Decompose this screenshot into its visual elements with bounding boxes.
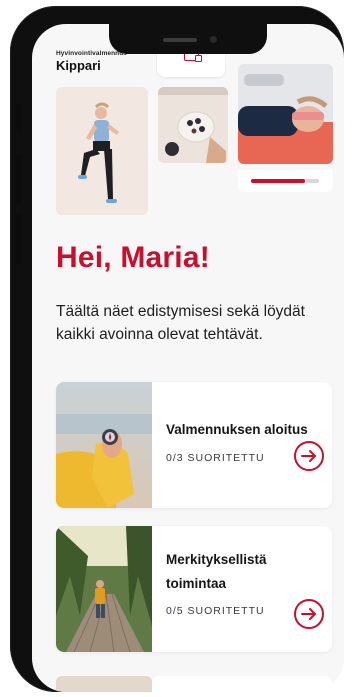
- card-title: Merkityksellistä toimintaa: [166, 552, 267, 591]
- food-photo: [158, 87, 228, 163]
- brand-name: Kippari: [56, 58, 101, 73]
- page-title: Hei, Maria!: [56, 241, 210, 274]
- front-camera: [210, 36, 217, 43]
- speaker-grill: [163, 38, 197, 42]
- course-card[interactable]: Valmennuksen aloitus 0/3 SUORITETTU: [56, 382, 332, 508]
- progress-bar-fill: [251, 179, 306, 183]
- card-image-compass: [56, 382, 152, 508]
- card-status: 0/5 SUORITETTU: [166, 605, 265, 617]
- exercise-photo: [56, 87, 148, 215]
- card-status: 0/3 SUORITETTU: [166, 452, 265, 464]
- gallery-image-food[interactable]: [158, 87, 228, 163]
- phone-notch: [109, 24, 267, 54]
- arrow-right-icon: [301, 608, 316, 620]
- intro-text: Täältä näet edistymisesi sekä löydät kai…: [56, 303, 305, 343]
- phone-side-button: [16, 214, 22, 264]
- gallery-progress: [238, 170, 333, 192]
- course-card-partial[interactable]: [56, 676, 152, 692]
- arrow-right-icon: [301, 450, 316, 462]
- gallery-image-exercise[interactable]: [56, 87, 148, 215]
- course-card-partial: [152, 676, 332, 692]
- phone-side-button: [16, 103, 22, 133]
- relax-photo: [238, 64, 333, 164]
- card-open-button[interactable]: [294, 599, 324, 629]
- app-screen: Hyvinvointivalmennus Kippari Hei, Maria!…: [32, 24, 344, 692]
- brand-logo[interactable]: Hyvinvointivalmennus Kippari: [56, 50, 127, 73]
- phone-frame: Hyvinvointivalmennus Kippari Hei, Maria!…: [10, 6, 344, 692]
- progress-bar: [251, 179, 319, 183]
- phone-side-button: [16, 154, 22, 204]
- course-card[interactable]: Merkityksellistä toimintaa 0/5 SUORITETT…: [56, 526, 332, 652]
- card-title: Valmennuksen aloitus: [166, 422, 308, 437]
- gallery-image-relax[interactable]: [238, 64, 333, 164]
- card-image-forest: [56, 526, 152, 652]
- card-open-button[interactable]: [294, 441, 324, 471]
